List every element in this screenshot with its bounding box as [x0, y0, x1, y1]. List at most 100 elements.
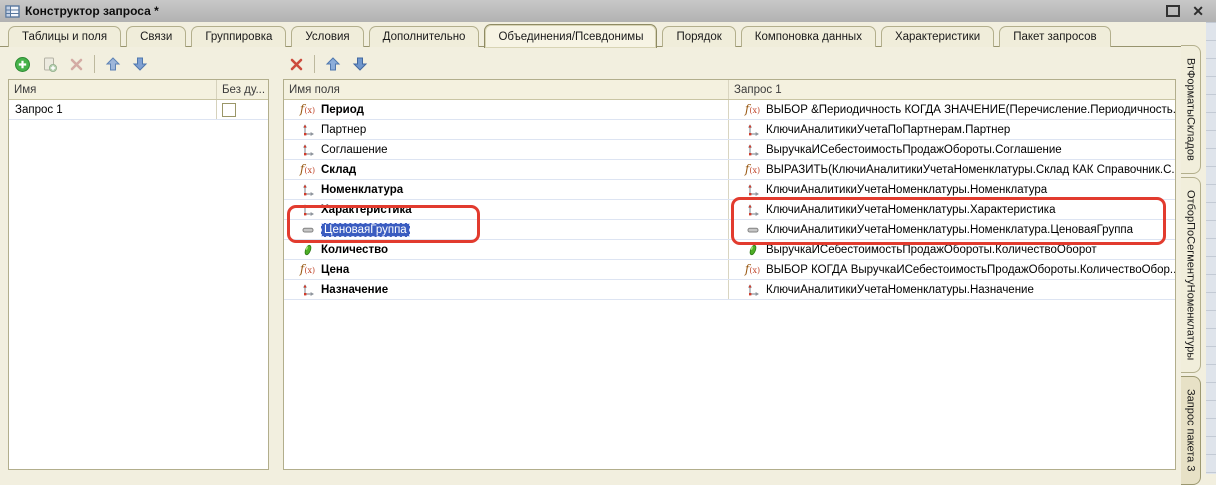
field-expression-cell[interactable]: ВыручкаИСебестоимостьПродажОбороты.Согла… [729, 140, 1175, 159]
field-row[interactable]: f(x) Цена f(x) ВЫБОР КОГДА ВыручкаИСебес… [284, 260, 1175, 280]
tab-Таблицы и поля[interactable]: Таблицы и поля [8, 26, 121, 47]
field-expression-cell[interactable]: f(x) ВЫБОР КОГДА ВыручкаИСебестоимостьПр… [729, 260, 1175, 279]
field-type-icon-slot: f(x) [300, 102, 315, 117]
tab-Пакет запросов[interactable]: Пакет запросов [999, 26, 1110, 47]
field-expression-cell[interactable]: КлючиАналитикиУчетаНоменклатуры.Назначен… [729, 280, 1175, 299]
field-expression-cell[interactable]: ВыручкаИСебестоимостьПродажОбороты.Колич… [729, 240, 1175, 259]
no-duplicates-checkbox[interactable] [222, 103, 236, 117]
maximize-button[interactable] [1166, 5, 1180, 17]
tab-Условия[interactable]: Условия [291, 26, 363, 47]
delete-icon [289, 57, 304, 72]
field-row[interactable]: Партнер КлючиАналитикиУчетаПоПартнерам.П… [284, 120, 1175, 140]
field-expression-text: ВЫБОР &Периодичность КОГДА ЗНАЧЕНИЕ(Пере… [766, 104, 1175, 116]
field-name-text: Номенклатура [321, 184, 403, 196]
field-expression-cell[interactable]: КлючиАналитикиУчетаПоПартнерам.Партнер [729, 120, 1175, 139]
field-name-text: Склад [321, 164, 356, 176]
field-row[interactable]: Количество ВыручкаИСебестоимостьПродажОб… [284, 240, 1175, 260]
tab-bar: Таблицы и поляСвязиГруппировкаУсловия Доп… [8, 25, 1176, 47]
dash-icon [301, 223, 315, 237]
field-name-cell[interactable]: f(x) Склад [284, 160, 729, 179]
field-row[interactable]: Назначение КлючиАналитикиУчетаНоменклату… [284, 280, 1175, 300]
field-name-text: Характеристика [321, 204, 412, 216]
field-expression-text: КлючиАналитикиУчетаПоПартнерам.Партнер [766, 124, 1010, 136]
field-type-icon-slot [300, 142, 315, 157]
field-icon [301, 203, 315, 217]
tab-Связи[interactable]: Связи [126, 26, 186, 47]
field-name-cell[interactable]: Количество [284, 240, 729, 259]
query-package-tab-ОтборПоСегментуНоменклатуры[interactable]: ОтборПоСегментуНоменклатуры [1181, 177, 1201, 373]
field-name-cell[interactable]: f(x) Период [284, 100, 729, 119]
function-icon: f(x) [745, 163, 760, 177]
query-package-tabs: ВтФорматыСкладов ОтборПоСегментуНоменклат… [1181, 45, 1206, 474]
field-name-cell[interactable]: Номенклатура [284, 180, 729, 199]
delete-query-button[interactable] [67, 55, 85, 73]
column-header-query1: Запрос 1 [729, 80, 1175, 99]
function-icon: f(x) [300, 263, 315, 277]
field-row[interactable]: Соглашение ВыручкаИСебестоимостьПродажОб… [284, 140, 1175, 160]
field-expression-cell[interactable]: КлючиАналитикиУчетаНоменклатуры.Характер… [729, 200, 1175, 219]
tab-Характеристики[interactable]: Характеристики [881, 26, 994, 47]
field-name-text: ЦеноваяГруппа [321, 223, 410, 237]
queries-table: Имя Без ду... Запрос 1 [8, 79, 269, 470]
arrow-down-icon [352, 56, 368, 72]
field-name-cell[interactable]: Назначение [284, 280, 729, 299]
function-icon: f(x) [300, 103, 315, 117]
expression-type-icon-slot: f(x) [745, 262, 760, 277]
field-expression-text: КлючиАналитикиУчетаНоменклатуры.Характер… [766, 204, 1055, 216]
field-expression-cell[interactable]: КлючиАналитикиУчетаНоменклатуры.Номенкла… [729, 220, 1175, 239]
expression-type-icon-slot [745, 222, 760, 237]
fields-panel: Имя поля Запрос 1 f(x) Период f(x) ВЫБОР… [283, 47, 1176, 474]
fields-table: Имя поля Запрос 1 f(x) Период f(x) ВЫБОР… [283, 79, 1176, 470]
field-icon [301, 183, 315, 197]
copy-query-button[interactable] [40, 55, 58, 73]
query-package-tab-Запрос пакета 3[interactable]: Запрос пакета 3 [1181, 376, 1201, 484]
tab-Группировка[interactable]: Группировка [191, 26, 286, 47]
field-icon [746, 183, 760, 197]
query-row[interactable]: Запрос 1 [9, 100, 268, 120]
expression-type-icon-slot [745, 182, 760, 197]
field-name-cell[interactable]: Соглашение [284, 140, 729, 159]
field-type-icon-slot [300, 242, 315, 257]
field-row[interactable]: Номенклатура КлючиАналитикиУчетаНоменкла… [284, 180, 1175, 200]
content-area: Имя Без ду... Запрос 1 [0, 46, 1181, 474]
delete-field-button[interactable] [287, 55, 305, 73]
field-type-icon-slot [300, 202, 315, 217]
move-field-up-button[interactable] [324, 55, 342, 73]
add-query-button[interactable] [13, 55, 31, 73]
column-header-field-name: Имя поля [284, 80, 729, 99]
field-expression-cell[interactable]: f(x) ВЫРАЗИТЬ(КлючиАналитикиУчетаНоменкл… [729, 160, 1175, 179]
queries-toolbar [13, 53, 149, 75]
move-field-down-button[interactable] [351, 55, 369, 73]
field-row[interactable]: f(x) Период f(x) ВЫБОР &Периодичность КО… [284, 100, 1175, 120]
field-row[interactable]: f(x) Склад f(x) ВЫРАЗИТЬ(КлючиАналитикиУ… [284, 160, 1175, 180]
queries-panel: Имя Без ду... Запрос 1 [8, 47, 269, 474]
tab-Порядок[interactable]: Порядок [662, 26, 735, 47]
tab-Компоновка данных[interactable]: Компоновка данных [741, 26, 876, 47]
measure-icon [746, 243, 760, 257]
window-title: Конструктор запроса * [25, 4, 159, 18]
delete-icon [69, 57, 84, 72]
query-package-tab-ВтФорматыСкладов[interactable]: ВтФорматыСкладов [1181, 45, 1201, 174]
field-name-cell[interactable]: Характеристика [284, 200, 729, 219]
move-query-up-button[interactable] [104, 55, 122, 73]
field-name-text: Соглашение [321, 144, 388, 156]
arrow-up-icon [105, 56, 121, 72]
field-expression-cell[interactable]: КлючиАналитикиУчетаНоменклатуры.Номенкла… [729, 180, 1175, 199]
measure-icon [301, 243, 315, 257]
field-expression-cell[interactable]: f(x) ВЫБОР &Периодичность КОГДА ЗНАЧЕНИЕ… [729, 100, 1175, 119]
field-name-cell[interactable]: Партнер [284, 120, 729, 139]
field-row[interactable]: ЦеноваяГруппа КлючиАналитикиУчетаНоменкл… [284, 220, 1175, 240]
move-query-down-button[interactable] [131, 55, 149, 73]
field-expression-text: ВыручкаИСебестоимостьПродажОбороты.Колич… [766, 244, 1097, 256]
field-name-text: Назначение [321, 284, 388, 296]
field-expression-text: ВыручкаИСебестоимостьПродажОбороты.Согла… [766, 144, 1062, 156]
close-button[interactable]: ✕ [1192, 4, 1204, 18]
field-name-cell[interactable]: f(x) Цена [284, 260, 729, 279]
query-name-cell[interactable]: Запрос 1 [9, 100, 217, 119]
field-type-icon-slot: f(x) [300, 262, 315, 277]
tab-Объединения/Псевдонимы[interactable]: Объединения/Псевдонимы [484, 24, 657, 48]
field-row[interactable]: Характеристика КлючиАналитикиУчетаНоменк… [284, 200, 1175, 220]
field-icon [301, 143, 315, 157]
tab-Дополнительно[interactable]: Дополнительно [369, 26, 480, 47]
field-name-cell[interactable]: ЦеноваяГруппа [284, 220, 729, 239]
